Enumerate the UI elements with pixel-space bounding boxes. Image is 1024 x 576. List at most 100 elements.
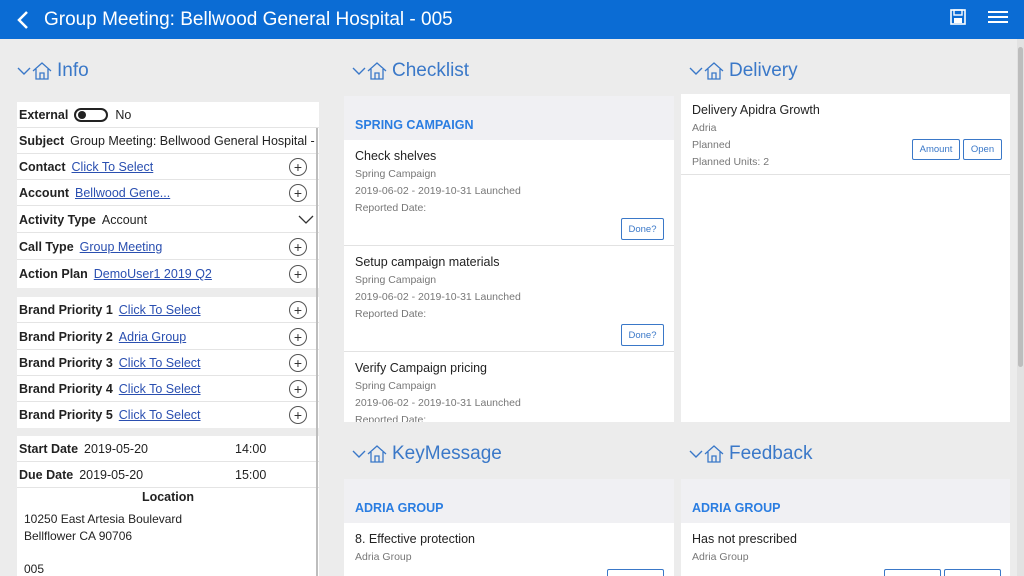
- due-date-label: Due Date: [19, 467, 74, 482]
- section-title: Checklist: [392, 60, 470, 81]
- start-date-row[interactable]: Start Date 2019-05-20 14:00: [17, 436, 319, 462]
- item-campaign: Spring Campaign: [355, 168, 437, 180]
- section-header-info[interactable]: Info: [17, 60, 89, 82]
- scrollbar-thumb[interactable]: [1018, 47, 1023, 367]
- plus-icon: +: [293, 329, 303, 345]
- plus-icon: +: [293, 185, 303, 201]
- add-contact-button[interactable]: +: [289, 158, 307, 176]
- delivery-brand: Adria: [692, 122, 717, 134]
- item-dates: 2019-06-02 - 2019-10-31 Launched: [355, 291, 521, 303]
- amount-button[interactable]: Amount: [912, 139, 960, 160]
- chevron-down-icon: [689, 450, 703, 458]
- menu-button[interactable]: [988, 10, 1008, 29]
- add-brand-priority-button[interactable]: +: [289, 328, 307, 346]
- list-item[interactable]: Check shelves Spring Campaign 2019-06-02…: [344, 140, 674, 246]
- contact-link[interactable]: Click To Select: [72, 160, 154, 174]
- save-icon: [950, 9, 966, 25]
- item-title: Verify Campaign pricing: [355, 361, 488, 375]
- action-plan-label: Action Plan: [19, 267, 88, 281]
- external-value: No: [115, 107, 132, 122]
- brand-priority-link[interactable]: Adria Group: [119, 330, 186, 344]
- add-brand-priority-button[interactable]: +: [289, 354, 307, 372]
- brand-priority-link[interactable]: Click To Select: [119, 408, 201, 422]
- section-header-checklist[interactable]: Checklist: [352, 60, 469, 82]
- location-line1: 10250 East Artesia Boulevard: [24, 512, 183, 526]
- item-title: Check shelves: [355, 149, 437, 163]
- back-button[interactable]: [8, 0, 38, 39]
- plus-icon: +: [293, 407, 303, 423]
- brand-priority-link[interactable]: Click To Select: [119, 303, 201, 317]
- add-brand-priority-button[interactable]: +: [289, 406, 307, 424]
- item-reported: Reported Date:: [355, 202, 427, 214]
- feedback-group-header: ADRIA GROUP: [681, 479, 1010, 523]
- list-item[interactable]: Verify Campaign pricing Spring Campaign …: [344, 352, 674, 422]
- chevron-left-icon: [17, 10, 28, 29]
- brand-priority-row: Brand Priority 3 Click To Select +: [17, 350, 319, 376]
- section-header-delivery[interactable]: Delivery: [689, 60, 798, 82]
- external-toggle[interactable]: [74, 107, 109, 122]
- checklist-card: SPRING CAMPAIGN Check shelves Spring Cam…: [344, 96, 674, 422]
- save-button[interactable]: [950, 9, 966, 30]
- open-button[interactable]: Open: [963, 139, 1002, 160]
- activity-type-row[interactable]: Activity Type Account: [17, 207, 319, 233]
- due-date-row[interactable]: Due Date 2019-05-20 15:00: [17, 462, 319, 488]
- due-date-value[interactable]: 2019-05-20: [79, 468, 143, 482]
- brand-priority-link[interactable]: Click To Select: [119, 356, 201, 370]
- item-dates: 2019-06-02 - 2019-10-31 Launched: [355, 397, 521, 409]
- checklist-group-header: SPRING CAMPAIGN: [344, 96, 674, 140]
- chevron-down-icon[interactable]: [298, 215, 314, 225]
- home-icon: [367, 62, 387, 80]
- list-item[interactable]: 8. Effective protection Adria Group: [344, 523, 674, 576]
- item-action-button[interactable]: [607, 569, 664, 576]
- chevron-down-icon: [352, 67, 366, 75]
- brand-priority-row: Brand Priority 1 Click To Select +: [17, 297, 319, 323]
- list-item[interactable]: Setup campaign materials Spring Campaign…: [344, 246, 674, 352]
- brand-priority-label: Brand Priority 2: [19, 329, 113, 344]
- section-header-feedback[interactable]: Feedback: [689, 443, 812, 465]
- divider: [17, 288, 319, 297]
- external-label: External: [19, 107, 69, 122]
- start-date-value[interactable]: 2019-05-20: [84, 442, 148, 456]
- section-title: KeyMessage: [392, 443, 502, 464]
- account-link[interactable]: Bellwood Gene...: [75, 186, 170, 200]
- home-icon: [32, 62, 52, 80]
- delivery-title: Delivery Apidra Growth: [692, 103, 820, 117]
- section-title: Delivery: [729, 60, 798, 81]
- list-item[interactable]: Delivery Apidra Growth Adria Planned Pla…: [681, 94, 1010, 175]
- top-bar: Group Meeting: Bellwood General Hospital…: [0, 0, 1024, 39]
- call-type-link[interactable]: Group Meeting: [80, 240, 163, 254]
- brand-priority-label: Brand Priority 5: [19, 408, 113, 422]
- subject-value[interactable]: Group Meeting: Bellwood General Hospital…: [70, 134, 315, 148]
- due-time-value[interactable]: 15:00: [235, 468, 266, 482]
- add-call-type-button[interactable]: +: [289, 238, 307, 256]
- add-brand-priority-button[interactable]: +: [289, 301, 307, 319]
- call-type-row: Call Type Group Meeting +: [17, 234, 319, 260]
- brand-priority-label: Brand Priority 1: [19, 302, 113, 317]
- page-scrollbar[interactable]: [1017, 39, 1024, 576]
- start-date-label: Start Date: [19, 441, 79, 456]
- add-action-plan-button[interactable]: +: [289, 265, 307, 283]
- list-item[interactable]: Has not prescribed Adria Group: [681, 523, 1010, 576]
- home-icon: [704, 62, 724, 80]
- activity-type-value: Account: [101, 212, 148, 227]
- item-action-button[interactable]: [884, 569, 941, 576]
- add-account-button[interactable]: +: [289, 184, 307, 202]
- done-button[interactable]: Done?: [621, 218, 664, 240]
- location-label: Location: [141, 490, 195, 504]
- subject-row: Subject Group Meeting: Bellwood General …: [17, 128, 319, 154]
- item-title: Has not prescribed: [692, 532, 797, 546]
- section-title: Feedback: [729, 443, 813, 464]
- action-plan-link[interactable]: DemoUser1 2019 Q2: [94, 267, 212, 281]
- item-action-button[interactable]: [944, 569, 1001, 576]
- location-line2: Bellflower CA 90706: [24, 529, 133, 543]
- external-row: External No: [17, 102, 319, 128]
- brand-priority-link[interactable]: Click To Select: [119, 382, 201, 396]
- section-header-keymessage[interactable]: KeyMessage: [352, 443, 502, 465]
- add-brand-priority-button[interactable]: +: [289, 380, 307, 398]
- brand-priority-label: Brand Priority 3: [19, 355, 113, 370]
- info-scrollbar[interactable]: [316, 128, 318, 576]
- done-button[interactable]: Done?: [621, 324, 664, 346]
- contact-label: Contact: [19, 159, 66, 174]
- start-time-value[interactable]: 14:00: [235, 442, 266, 456]
- call-type-label: Call Type: [19, 239, 74, 254]
